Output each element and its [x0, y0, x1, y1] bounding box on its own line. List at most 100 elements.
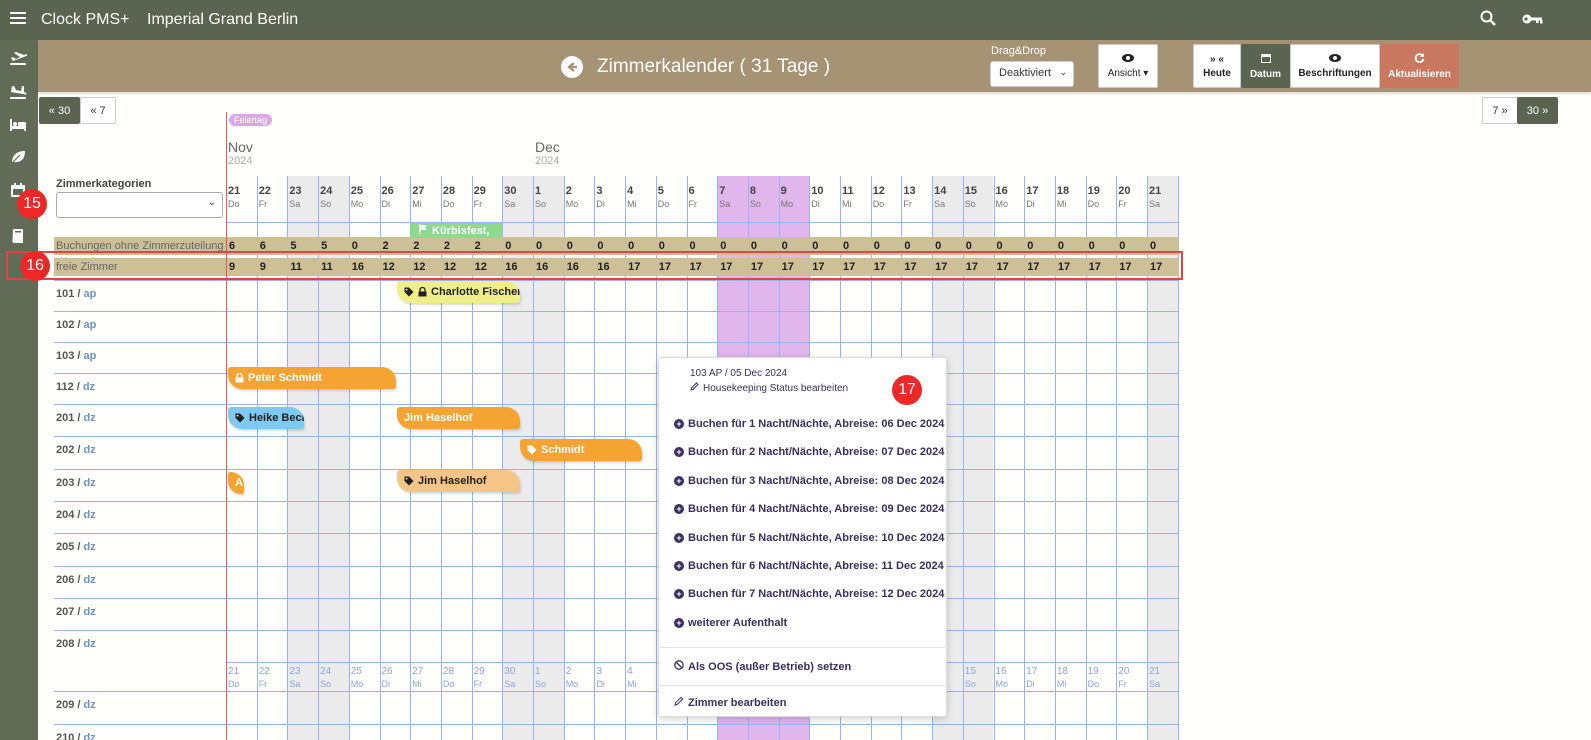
day-number: 8 [749, 185, 757, 197]
room-type[interactable]: ap [84, 350, 97, 362]
room-label[interactable]: 207 / dz [56, 606, 96, 618]
day-number: 3 [596, 666, 602, 678]
booking-guest: Heike Beck [249, 412, 304, 424]
book-nights-item[interactable]: + Buchen für 2 Nacht/Nächte, Abreise: 07 … [674, 446, 944, 458]
room-label[interactable]: 206 / dz [56, 574, 96, 586]
room-type[interactable]: dz [84, 732, 96, 740]
booking-bar[interactable]: Peter Schmidt [228, 367, 396, 389]
room-type[interactable]: dz [84, 541, 96, 553]
room-label[interactable]: 209 / dz [56, 699, 96, 711]
today-line [226, 112, 227, 740]
event-bar[interactable]: Kürbisfest, [410, 223, 502, 238]
unassigned-count: 0 [873, 240, 880, 252]
weekday: Fr [1118, 679, 1127, 690]
room-type[interactable]: ap [84, 319, 97, 331]
edit-room-item[interactable]: Zimmer bearbeiten [674, 696, 786, 709]
grid-line [54, 630, 1178, 632]
free-rooms-count: 17 [996, 261, 1009, 273]
booking-bar[interactable]: A [228, 471, 244, 494]
room-label[interactable]: 102 / ap [56, 319, 96, 331]
booking-guest: Charlotte Fischer [431, 286, 520, 298]
book-nights-item[interactable]: + Buchen für 3 Nacht/Nächte, Abreise: 08 … [674, 475, 944, 487]
weekday: Sa [289, 679, 301, 690]
booking-guest: Jim Haselhof [404, 412, 473, 424]
unassigned-count: 2 [413, 240, 420, 252]
event-name: Kürbisfest, [432, 224, 490, 237]
room-type[interactable]: dz [84, 509, 96, 521]
free-rooms-count: 17 [720, 261, 733, 273]
housekeeping-link[interactable]: Housekeeping Status bearbeiten [690, 382, 848, 394]
room-label[interactable]: 101 / ap [56, 288, 96, 300]
room-type[interactable]: dz [84, 444, 96, 456]
booking-bar[interactable]: Jim Haselhof [397, 407, 520, 429]
annotation-marker: 16 [20, 251, 50, 281]
popup-item-label: Buchen für 3 Nacht/Nächte, Abreise: 08 D… [688, 474, 945, 487]
weekday: Di [596, 199, 605, 209]
plus-circle-icon: + [674, 504, 684, 515]
room-label[interactable]: 208 / dz [56, 638, 96, 650]
room-type[interactable]: ap [84, 288, 97, 300]
free-rooms-count: 17 [750, 261, 764, 273]
room-type[interactable]: dz [84, 412, 96, 424]
day-number: 9 [780, 185, 787, 197]
room-number: 208 [56, 638, 75, 651]
booking-bar[interactable]: Jim Haselhof [397, 469, 520, 492]
room-type[interactable]: dz [83, 381, 95, 393]
day-header-repeat: 19 Do [1086, 666, 1117, 690]
book-nights-item[interactable]: + Buchen für 4 Nacht/Nächte, Abreise: 09 … [674, 503, 944, 515]
unassigned-count: 6 [229, 240, 236, 252]
weekday: Do [228, 199, 240, 209]
day-number: 19 [1087, 185, 1100, 197]
room-number: 209 [56, 699, 75, 712]
book-nights-item[interactable]: + Buchen für 1 Nacht/Nächte, Abreise: 06 … [674, 418, 944, 430]
room-label[interactable]: 204 / dz [56, 509, 96, 521]
room-label[interactable]: 202 / dz [56, 444, 96, 456]
room-type[interactable]: dz [84, 477, 96, 489]
free-rooms-count: 12 [474, 261, 487, 273]
room-label[interactable]: 210 / dz [56, 732, 96, 740]
day-number: 4 [627, 185, 634, 197]
room-type[interactable]: dz [84, 699, 96, 711]
day-number: 28 [442, 666, 455, 678]
further-stay-item[interactable]: + weiterer Aufenthalt [674, 617, 787, 629]
day-number: 21 [1149, 666, 1161, 678]
free-rooms-label: freie Zimmer [56, 261, 118, 273]
room-label[interactable]: 203 / dz [56, 477, 96, 489]
room-label[interactable]: 201 / dz [56, 412, 96, 424]
flag-icon [418, 224, 428, 237]
day-number: 20 [1118, 185, 1131, 197]
day-number: 13 [903, 185, 916, 197]
booking-bar[interactable]: Schmidt [520, 439, 642, 462]
plus-circle-icon: + [674, 617, 684, 628]
book-nights-item[interactable]: + Buchen für 6 Nacht/Nächte, Abreise: 11 … [674, 560, 944, 572]
book-nights-item[interactable]: + Buchen für 5 Nacht/Nächte, Abreise: 10 … [674, 532, 944, 544]
day-header: 11 Mi [840, 185, 871, 210]
unassigned-count: 0 [965, 240, 972, 252]
weekday: Mi [842, 199, 852, 209]
day-header: 5 Do [656, 185, 687, 210]
day-number: 17 [1026, 666, 1038, 678]
day-header: 13 Fr [901, 185, 932, 210]
day-number: 21 [228, 185, 241, 197]
room-label[interactable]: 103 / ap [56, 350, 96, 362]
room-type[interactable]: dz [84, 606, 96, 618]
day-number: 4 [627, 666, 633, 678]
weekday: So [964, 199, 976, 209]
room-type[interactable]: dz [84, 638, 96, 650]
room-label[interactable]: 112 / dz [56, 381, 95, 393]
set-oos-item[interactable]: Als OOS (außer Betrieb) setzen [674, 660, 851, 673]
weekday: Mi [412, 679, 422, 690]
day-number: 5 [657, 185, 664, 197]
day-header-repeat: 1 So [533, 666, 564, 690]
room-label[interactable]: 205 / dz [56, 541, 96, 553]
booking-guest: Peter Schmidt [248, 372, 322, 384]
plus-circle-icon: + [674, 532, 684, 543]
booking-bar[interactable]: Charlotte Fischer [397, 281, 520, 303]
booking-bar[interactable]: Heike Beck [228, 407, 304, 429]
weekday: Di [381, 679, 391, 690]
free-rooms-count: 16 [566, 261, 579, 273]
book-nights-item[interactable]: + Buchen für 7 Nacht/Nächte, Abreise: 12 … [674, 588, 944, 600]
grid-line [54, 436, 1178, 438]
day-header-repeat: 3 Di [594, 666, 625, 690]
room-type[interactable]: dz [84, 574, 96, 586]
